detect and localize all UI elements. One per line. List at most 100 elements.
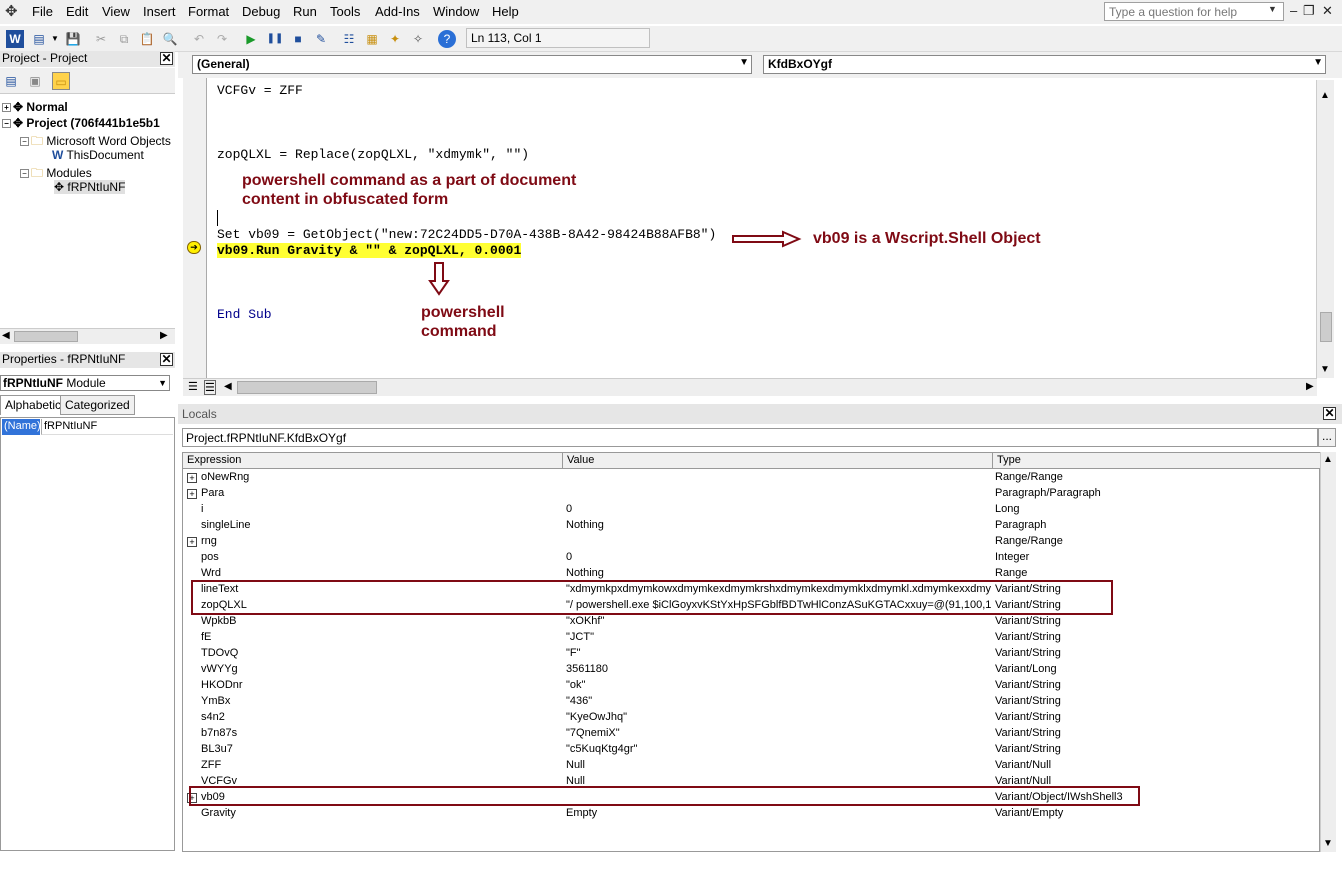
table-row[interactable]: singleLine Nothing Paragraph [183,518,1319,534]
locals-vertical-scrollbar[interactable]: ▲ ▼ [1320,452,1336,852]
scroll-thumb[interactable] [237,381,377,394]
menu-insert[interactable]: Insert [143,4,176,19]
scroll-down-icon[interactable]: ▼ [1323,838,1333,849]
find-icon[interactable]: 🔍 [161,30,179,48]
tree-node-normal[interactable]: + ✥ Normal [2,100,68,114]
undo-icon[interactable]: ↶ [190,30,208,48]
properties-object-select[interactable]: fRPNtIuNF Module ▼ [0,375,170,391]
scroll-right-icon[interactable]: ▶ [1306,381,1314,392]
scroll-up-icon[interactable]: ▲ [1320,90,1330,101]
scroll-thumb[interactable] [1320,312,1332,342]
table-row[interactable]: + Para Paragraph/Paragraph [183,486,1319,502]
view-object-icon[interactable]: ▣ [26,72,44,90]
column-header-type[interactable]: Type [993,453,1321,469]
table-row[interactable]: fE "JCT" Variant/String [183,630,1319,646]
column-header-expression[interactable]: Expression [183,453,563,469]
reset-icon[interactable]: ■ [289,30,307,48]
scroll-thumb[interactable] [14,331,78,342]
scroll-down-icon[interactable]: ▼ [1320,364,1330,375]
close-icon[interactable]: ✕ [160,52,173,65]
properties-window-icon[interactable]: ▦ [363,30,381,48]
table-row[interactable]: vWYYg 3561180 Variant/Long [183,662,1319,678]
toggle-folders-icon[interactable]: ▭ [52,72,70,90]
table-row[interactable]: Gravity Empty Variant/Empty [183,806,1319,822]
save-icon[interactable]: 💾 [64,30,82,48]
table-row[interactable]: s4n2 "KyeOwJhq" Variant/String [183,710,1319,726]
scroll-left-icon[interactable]: ◀ [224,381,232,392]
chevron-down-icon[interactable]: ▼ [1313,57,1323,68]
table-row[interactable]: TDOvQ "F" Variant/String [183,646,1319,662]
menu-view[interactable]: View [102,4,130,19]
scroll-up-icon[interactable]: ▲ [1323,454,1333,465]
table-row[interactable]: HKODnr "ok" Variant/String [183,678,1319,694]
column-header-value[interactable]: Value [563,453,993,469]
expand-icon[interactable]: + [2,103,11,113]
expand-icon[interactable]: + [187,489,197,499]
property-key[interactable]: (Name) [2,419,41,435]
code-vertical-scrollbar[interactable]: ▲ ▼ [1316,80,1334,378]
run-icon[interactable]: ▶ [242,30,260,48]
collapse-icon[interactable]: − [20,137,29,147]
help-icon[interactable]: ? [438,30,456,48]
table-row[interactable]: b7n87s "7QnemiX" Variant/String [183,726,1319,742]
tree-node-thisdocument[interactable]: W ThisDocument [52,148,144,162]
help-search-input[interactable]: Type a question for help [1104,2,1284,21]
code-margin[interactable]: ➔ [183,78,207,378]
cut-icon[interactable]: ✂ [92,30,110,48]
redo-icon[interactable]: ↷ [213,30,231,48]
tree-node-module[interactable]: ✥ fRPNtIuNF [54,180,126,194]
menu-debug[interactable]: Debug [242,4,280,19]
table-row[interactable]: WpkbB "xOKhf" Variant/String [183,614,1319,630]
call-stack-button[interactable]: ... [1318,428,1336,447]
chevron-down-icon[interactable]: ▼ [739,57,749,68]
menu-run[interactable]: Run [293,4,317,19]
table-row[interactable]: pos 0 Integer [183,550,1319,566]
menu-add-ins[interactable]: Add-Ins [375,4,420,19]
tab-categorized[interactable]: Categorized [60,395,135,415]
minimize-icon[interactable]: – [1290,3,1297,18]
menu-format[interactable]: Format [188,4,229,19]
chevron-down-icon[interactable]: ▼ [158,378,167,388]
close-icon[interactable]: ✕ [1322,3,1333,19]
table-row[interactable]: i 0 Long [183,502,1319,518]
chevron-down-icon[interactable]: ▼ [1268,4,1277,14]
procedure-view-icon[interactable]: ☰ [188,380,198,393]
table-row[interactable]: YmBx "436" Variant/String [183,694,1319,710]
table-row[interactable]: BL3u7 "c5KuqKtg4gr" Variant/String [183,742,1319,758]
full-module-view-icon[interactable]: ☰ [204,380,216,395]
object-browser-icon[interactable]: ✦ [386,30,404,48]
table-row[interactable]: + oNewRng Range/Range [183,470,1319,486]
view-code-icon[interactable]: ▤ [2,72,20,90]
copy-icon[interactable]: ⧉ [115,30,133,48]
menu-tools[interactable]: Tools [330,4,360,19]
restore-icon[interactable]: ❐ [1303,3,1315,19]
project-explorer-icon[interactable]: ☷ [340,30,358,48]
chevron-down-icon[interactable]: ▼ [46,30,64,48]
table-row[interactable]: ZFF Null Variant/Null [183,758,1319,774]
break-icon[interactable]: ❚❚ [266,30,284,48]
paste-icon[interactable]: 📋 [138,30,156,48]
menu-edit[interactable]: Edit [66,4,88,19]
word-icon[interactable]: W [6,30,24,48]
expand-icon[interactable]: + [187,537,197,547]
property-value[interactable]: fRPNtIuNF [41,419,173,435]
vbe-app-icon[interactable]: ✥ [5,3,23,21]
scroll-right-icon[interactable]: ▶ [160,330,168,341]
expand-icon[interactable]: + [187,473,197,483]
close-icon[interactable]: ✕ [160,353,173,366]
table-row[interactable]: + rng Range/Range [183,534,1319,550]
code-horizontal-scrollbar[interactable]: ☰ ☰ ◀ ▶ [183,378,1317,396]
toolbox-icon[interactable]: ✧ [409,30,427,48]
menu-window[interactable]: Window [433,4,479,19]
collapse-icon[interactable]: − [2,119,11,129]
code-editor[interactable]: VCFGv = ZFF zopQLXL = Replace(zopQLXL, "… [207,80,1315,376]
collapse-icon[interactable]: − [20,169,29,179]
menu-file[interactable]: File [32,4,53,19]
tree-node-project[interactable]: − ✥ Project (706f441b1e5b1 [2,116,160,130]
object-combo[interactable]: (General) ▼ [192,55,752,74]
menu-help[interactable]: Help [492,4,519,19]
project-horizontal-scrollbar[interactable]: ◀ ▶ [0,328,175,344]
scroll-left-icon[interactable]: ◀ [2,330,10,341]
close-icon[interactable]: ✕ [1323,407,1336,420]
tab-alphabetic[interactable]: Alphabetic [0,395,67,415]
